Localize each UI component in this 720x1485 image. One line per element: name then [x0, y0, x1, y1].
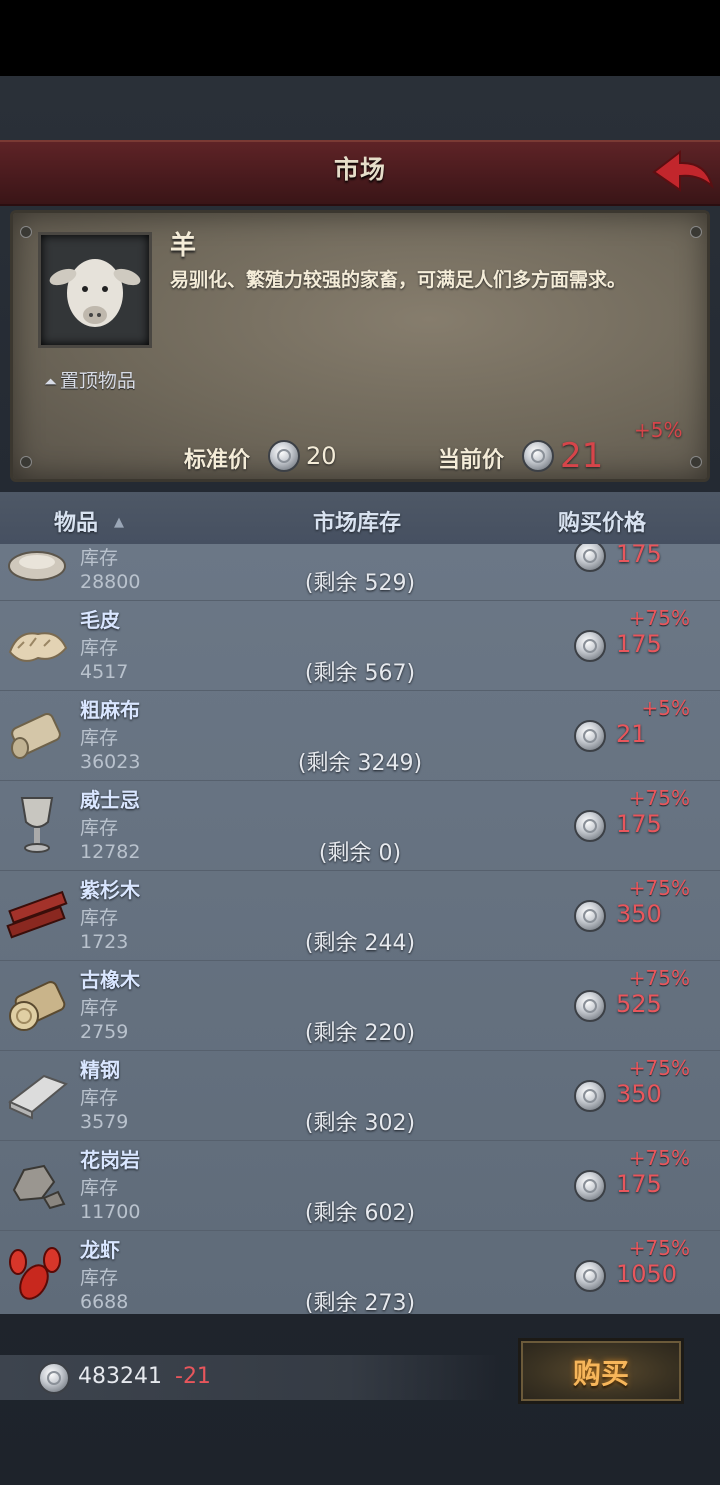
steel-ingot-icon	[8, 1074, 68, 1120]
item-name: 羊	[170, 231, 197, 261]
silver-coin-icon	[574, 990, 606, 1022]
rivet	[690, 456, 702, 468]
granite-icon	[12, 1164, 66, 1210]
rivet	[20, 456, 32, 468]
item-portrait	[38, 232, 152, 348]
standard-price: 20	[306, 442, 337, 470]
silver-coin-icon	[574, 1170, 606, 1202]
header-price: 购买价格	[558, 511, 647, 536]
current-price: 21	[560, 436, 604, 476]
back-button[interactable]	[650, 146, 716, 196]
silver-coin-icon	[38, 1362, 70, 1394]
list-item[interactable]: 毛皮 库存 4517 (剩余 567) +75% 175	[0, 600, 720, 691]
pin-top-icon: ⏶	[44, 372, 57, 391]
list-item[interactable]: 精钢 库存 3579 (剩余 302) +75% 350	[0, 1050, 720, 1141]
goblet-icon	[20, 797, 54, 853]
fur-icon	[8, 632, 68, 662]
list-item[interactable]: 古橡木 库存 2759 (剩余 220) +75% 525	[0, 960, 720, 1051]
silver-coin-icon	[522, 440, 554, 472]
lobster-icon	[9, 1247, 61, 1300]
back-arrow-icon	[652, 149, 714, 192]
yew-planks-icon	[6, 890, 68, 939]
list-item[interactable]: 威士忌 库存 12782 (剩余 0) +75% 175	[0, 780, 720, 871]
silver-coin-icon	[268, 440, 300, 472]
oyster-icon	[8, 551, 66, 581]
page-title: 市场	[333, 155, 386, 184]
linen-roll-icon	[11, 712, 61, 759]
list-item[interactable]: 库存 28800 (剩余 529) 175	[0, 544, 720, 601]
money-bar	[0, 1355, 500, 1400]
header-stock: 市场库存	[313, 511, 402, 536]
silver-coin-icon	[574, 1080, 606, 1112]
money-delta: -21	[175, 1364, 211, 1389]
silver-coin-icon	[574, 630, 606, 662]
header-item[interactable]: 物品	[54, 505, 98, 537]
status-bar	[0, 0, 720, 76]
current-price-label: 当前价	[438, 448, 505, 473]
item-description: 易驯化、繁殖力较强的家畜，可满足人们多方面需求。	[170, 269, 627, 291]
list-item[interactable]: 花岗岩 库存 11700 (剩余 602) +75% 175	[0, 1140, 720, 1231]
silver-coin-icon	[574, 544, 606, 572]
price-change: +5%	[634, 418, 683, 442]
standard-price-label: 标准价	[184, 448, 251, 473]
list-item[interactable]: 粗麻布 库存 36023 (剩余 3249) +5% 21	[0, 690, 720, 781]
rivet	[690, 226, 702, 238]
rivet	[20, 226, 32, 238]
pin-item-label: 置顶物品	[59, 370, 136, 392]
list-item[interactable]: 紫杉木 库存 1723 (剩余 244) +75% 350	[0, 870, 720, 961]
pin-item-button[interactable]: ⏶ 置顶物品	[44, 366, 136, 393]
silver-coin-icon	[574, 810, 606, 842]
silver-coin-icon	[574, 720, 606, 752]
silver-coin-icon	[574, 1260, 606, 1292]
silver-coin-icon	[574, 900, 606, 932]
buy-button[interactable]	[518, 1338, 684, 1404]
player-money: 483241	[78, 1364, 162, 1389]
list-item[interactable]: 龙虾 库存 6688 (剩余 273) +75% 1050	[0, 1230, 720, 1314]
oak-log-icon	[9, 981, 66, 1031]
item-list[interactable]: 库存 28800 (剩余 529) 175 毛皮 库存 4517 (剩余 567…	[0, 544, 720, 1314]
sort-ascending-icon: ▲	[114, 515, 124, 530]
sheep-icon	[49, 259, 141, 327]
